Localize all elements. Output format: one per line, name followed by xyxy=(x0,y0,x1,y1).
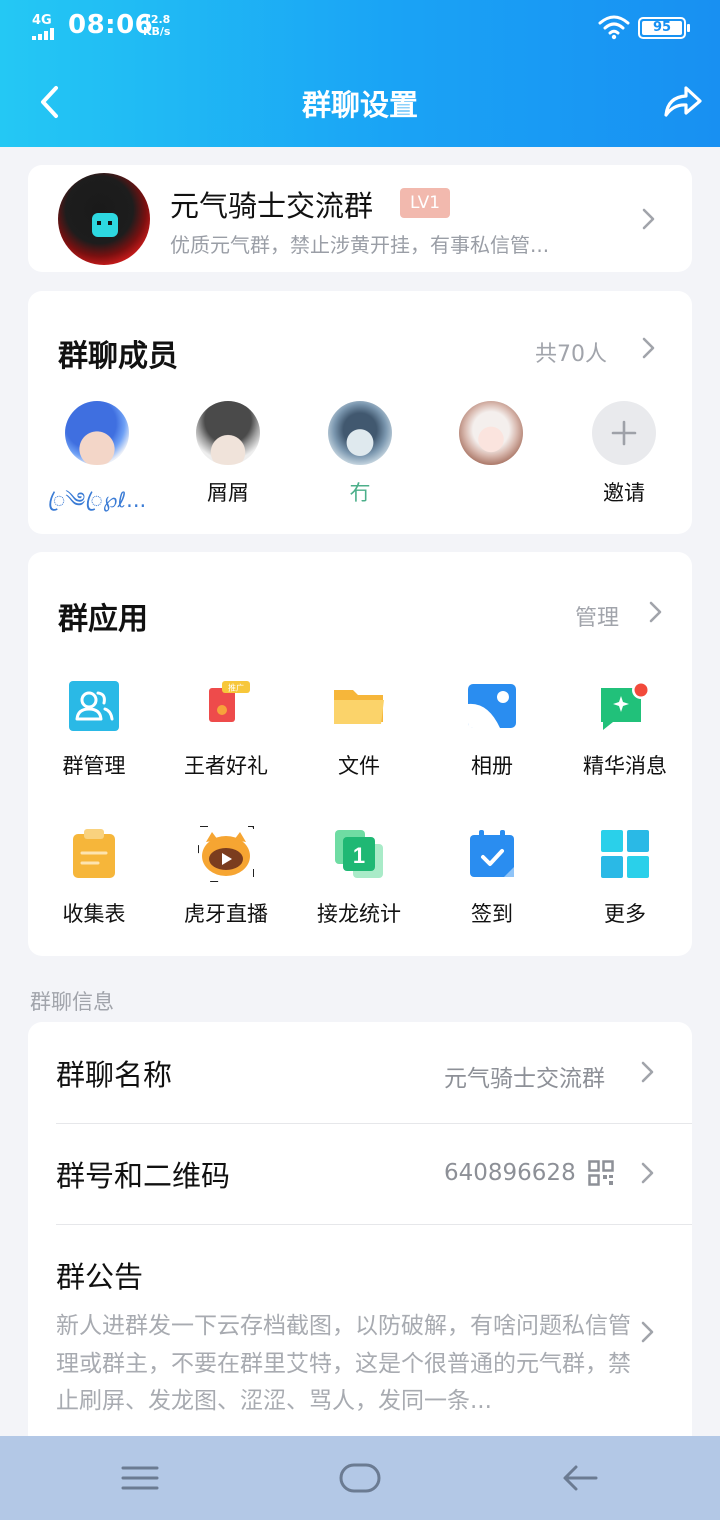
gift-icon: 推广 xyxy=(198,678,254,734)
app-label: 虎牙直播 xyxy=(184,902,268,926)
members-card: 群聊成员 共70人 ꦿ༄ꦿ℘ℓ... 屑屑 冇 邀请 xyxy=(28,291,692,534)
group-manage-icon xyxy=(66,678,122,734)
apps-title: 群应用 xyxy=(58,602,148,637)
row-title: 群聊名称 xyxy=(56,1058,173,1092)
member-item[interactable]: 屑屑 xyxy=(178,401,278,507)
member-item[interactable] xyxy=(441,401,541,465)
app-chain[interactable]: 1 接龙统计 xyxy=(299,826,419,928)
row-title: 群公告 xyxy=(56,1260,144,1294)
member-name: 冇 xyxy=(349,481,371,505)
system-nav-bar xyxy=(0,1436,720,1520)
clipboard-icon xyxy=(66,826,122,882)
chevron-right-icon xyxy=(641,1061,654,1083)
gift-tag: 推广 xyxy=(228,683,244,693)
home-icon[interactable] xyxy=(338,1456,382,1500)
plus-icon xyxy=(611,420,637,446)
app-featured[interactable]: 精华消息 xyxy=(565,678,685,780)
chain-stats-icon: 1 xyxy=(331,826,387,882)
group-avatar xyxy=(58,173,150,265)
chevron-right-icon xyxy=(642,208,655,230)
members-title: 群聊成员 xyxy=(58,339,178,374)
robot-figure xyxy=(92,213,118,237)
app-label: 收集表 xyxy=(62,902,126,926)
manage-link[interactable]: 管理 xyxy=(575,600,619,632)
qr-code-icon[interactable] xyxy=(588,1160,614,1186)
group-apps-card: 群应用 管理 群管理 推广 王者好礼 文件 相册 精华消息 收集表 虎牙直播 1… xyxy=(28,552,692,956)
invite-item[interactable]: 邀请 xyxy=(574,401,674,507)
featured-message-icon xyxy=(597,678,653,734)
level-badge: LV1 xyxy=(400,188,451,218)
member-item[interactable]: ꦿ༄ꦿ℘ℓ... xyxy=(47,401,147,536)
chevron-right-icon[interactable] xyxy=(641,336,657,360)
chevron-right-icon xyxy=(641,1321,654,1343)
app-more[interactable]: 更多 xyxy=(565,826,685,928)
app-label: 精华消息 xyxy=(583,754,667,778)
svg-text:1: 1 xyxy=(353,843,365,868)
app-label: 更多 xyxy=(604,902,646,926)
app-files[interactable]: 文件 xyxy=(299,678,419,780)
app-checkin[interactable]: 签到 xyxy=(432,826,552,928)
app-group-manage[interactable]: 群管理 xyxy=(34,678,154,780)
app-label: 文件 xyxy=(338,754,380,778)
app-label: 签到 xyxy=(471,902,513,926)
folder-icon xyxy=(331,678,387,734)
group-profile-card[interactable]: 元气骑士交流群 LV1 优质元气群，禁止涉黄开挂，有事私信管... xyxy=(28,165,692,272)
app-label: 王者好礼 xyxy=(184,754,268,778)
divider xyxy=(56,1123,692,1124)
app-gift[interactable]: 推广 王者好礼 xyxy=(166,678,286,780)
invite-label: 邀请 xyxy=(603,481,645,505)
member-avatar xyxy=(65,401,129,465)
header-bar: 4G 08:06 12.8 KB/s 95 群聊设置 xyxy=(0,0,720,147)
notice-text: 新人进群发一下云存档截图，以防破解，有啥问题私信管理或群主，不要在群里艾特，这是… xyxy=(56,1313,631,1414)
signal-icon xyxy=(32,28,60,40)
app-label: 群管理 xyxy=(62,754,126,778)
photo-album-icon xyxy=(464,678,520,734)
app-huya[interactable]: 虎牙直播 xyxy=(166,825,286,928)
invite-button[interactable] xyxy=(592,401,656,465)
row-value: 元气骑士交流群 xyxy=(444,1066,605,1092)
status-bar: 4G 08:06 12.8 KB/s 95 xyxy=(0,0,720,56)
member-avatar xyxy=(328,401,392,465)
back-nav-icon[interactable] xyxy=(560,1456,600,1500)
checkin-calendar-icon xyxy=(464,826,520,882)
battery-level: 95 xyxy=(642,21,682,35)
page-title: 群聊设置 xyxy=(301,88,418,122)
share-icon[interactable] xyxy=(660,82,704,122)
wifi-icon xyxy=(598,15,630,40)
section-caption: 群聊信息 xyxy=(30,990,114,1014)
group-id: 640896628 xyxy=(444,1160,576,1186)
network-speed: 12.8 KB/s xyxy=(143,14,170,38)
network-type: 4G xyxy=(32,13,52,28)
app-collect[interactable]: 收集表 xyxy=(34,826,154,928)
member-avatar xyxy=(459,401,523,465)
grid-more-icon xyxy=(597,826,653,882)
clock: 08:06 xyxy=(68,10,154,40)
menu-icon[interactable] xyxy=(120,1456,160,1500)
app-label: 接龙统计 xyxy=(317,902,401,926)
member-name: ꦿ༄ꦿ℘ℓ... xyxy=(47,488,147,512)
group-description: 优质元气群，禁止涉黄开挂，有事私信管... xyxy=(170,233,550,257)
group-name: 元气骑士交流群 xyxy=(170,189,374,223)
member-name: 屑屑 xyxy=(207,481,249,505)
divider xyxy=(56,1224,692,1225)
huya-live-icon xyxy=(197,825,255,883)
group-info-card: 群聊名称 元气骑士交流群 群号和二维码 640896628 群公告 新人进群发一… xyxy=(28,1022,692,1452)
chevron-right-icon[interactable] xyxy=(648,600,664,624)
speed-unit: KB/s xyxy=(143,25,171,38)
member-item[interactable]: 冇 xyxy=(310,401,410,507)
app-label: 相册 xyxy=(471,754,513,778)
battery-icon: 95 xyxy=(638,17,690,39)
chevron-right-icon xyxy=(641,1162,654,1184)
member-count[interactable]: 共70人 xyxy=(535,336,607,368)
member-avatar xyxy=(196,401,260,465)
app-album[interactable]: 相册 xyxy=(432,678,552,780)
row-title: 群号和二维码 xyxy=(56,1159,231,1193)
